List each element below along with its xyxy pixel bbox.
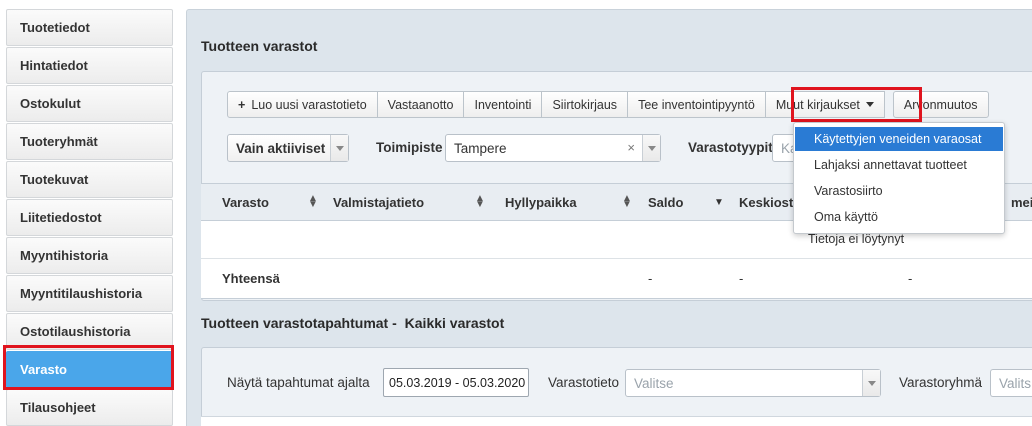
sort-icon[interactable]: ▲ ▼ [622, 194, 632, 210]
stock-group-label: Varastoryhmä [899, 375, 983, 390]
new-stock-label: Luo uusi varastotieto [251, 97, 367, 112]
other-entries-button[interactable]: Muut kirjaukset [764, 91, 885, 118]
new-stock-button[interactable]: + Luo uusi varastotieto [227, 91, 378, 118]
stock-info-select[interactable]: Valitse [625, 369, 881, 397]
sort-icon[interactable]: ▲ ▼ [308, 194, 318, 210]
sidebar-item-myyntihistoria[interactable]: Myyntihistoria [6, 237, 173, 274]
receive-button[interactable]: Vastaanotto [376, 91, 465, 118]
sidebar-item-ostokulut[interactable]: Ostokulut [6, 85, 173, 122]
stock-info-placeholder: Valitse [634, 375, 674, 391]
types-label: Varastotyypit [688, 140, 773, 155]
sidebar-item-liitetiedostot[interactable]: Liitetiedostot [6, 199, 173, 236]
sort-icon[interactable]: ▲ ▼ [475, 194, 485, 210]
dropdown-item-own-use[interactable]: Oma käyttö [795, 205, 1003, 229]
inventory-button[interactable]: Inventointi [463, 91, 543, 118]
stock-group-placeholder: Valits [999, 375, 1032, 391]
transactions-table-top [201, 416, 1032, 426]
sidebar-item-tuoteryhmat[interactable]: Tuoteryhmät [6, 123, 173, 160]
transactions-title-scope: Kaikki varastot [404, 315, 505, 331]
stock-title: Tuotteen varastot [201, 38, 318, 54]
inventory-request-button[interactable]: Tee inventointipyyntö [627, 91, 766, 118]
chevron-down-icon [330, 135, 348, 161]
office-value: Tampere [454, 140, 507, 156]
period-label: Näytä tapahtumat ajalta [227, 375, 370, 390]
sidebar-item-tilausohjeet[interactable]: Tilausohjeet [6, 389, 173, 426]
caret-down-icon [865, 102, 874, 107]
value-change-button[interactable]: Arvonmuutos [892, 91, 989, 118]
office-label: Toimipiste [376, 140, 443, 155]
sidebar: Tuotetiedot Hintatiedot Ostokulut Tuoter… [6, 9, 173, 426]
col-varasto[interactable]: Varasto [222, 195, 269, 210]
clear-icon[interactable]: × [627, 140, 635, 155]
transactions-title-main: Tuotteen varastotapahtumat - [201, 315, 397, 331]
active-filter-select[interactable]: Vain aktiiviset [227, 134, 349, 162]
chevron-down-icon [642, 135, 660, 161]
total-other: - [908, 271, 913, 286]
transactions-title: Tuotteen varastotapahtumat - Kaikki vara… [201, 315, 504, 331]
sidebar-item-ostotilaushistoria[interactable]: Ostotilaushistoria [6, 313, 173, 350]
total-keskiost: - [739, 271, 744, 286]
stock-info-label: Varastotieto [548, 375, 620, 390]
col-valmistajatieto[interactable]: Valmistajatieto [333, 195, 424, 210]
col-hyllypaikka[interactable]: Hyllypaikka [505, 195, 577, 210]
dropdown-item-stock-transfer[interactable]: Varastosiirto [795, 179, 1003, 203]
sidebar-item-varasto[interactable]: Varasto [6, 351, 173, 388]
col-keskiost[interactable]: Keskiost [739, 195, 793, 210]
active-filter-value: Vain aktiiviset [236, 140, 326, 156]
col-saldo[interactable]: Saldo [648, 195, 683, 210]
sidebar-item-tuotekuvat[interactable]: Tuotekuvat [6, 161, 173, 198]
stock-toolbar: + Luo uusi varastotieto Vastaanotto Inve… [227, 91, 989, 118]
total-label: Yhteensä [222, 271, 280, 286]
total-saldo: - [648, 271, 653, 286]
other-entries-dropdown: Käytettyjen veneiden varaosat Lahjaksi a… [793, 122, 1005, 234]
empty-text: Tietoja ei löytynyt [808, 232, 905, 246]
stock-group-select[interactable]: Valits [990, 369, 1032, 397]
col-partial[interactable]: meir [1011, 195, 1032, 210]
sidebar-item-tuotetiedot[interactable]: Tuotetiedot [6, 9, 173, 46]
other-entries-label: Muut kirjaukset [775, 97, 860, 112]
sidebar-item-myyntitilaushistoria[interactable]: Myyntitilaushistoria [6, 275, 173, 312]
plus-icon: + [238, 97, 246, 112]
chevron-down-icon [862, 370, 880, 396]
dropdown-item-used-boat-parts[interactable]: Käytettyjen veneiden varaosat [795, 127, 1003, 151]
stock-table-footer: Yhteensä - - - [201, 259, 1032, 299]
office-select[interactable]: Tampere × [445, 134, 661, 162]
dropdown-item-gift-products[interactable]: Lahjaksi annettavat tuotteet [795, 153, 1003, 177]
transfer-button[interactable]: Siirtokirjaus [541, 91, 629, 118]
period-input[interactable]: 05.03.2019 - 05.03.2020 [383, 368, 529, 397]
sort-desc-icon[interactable]: ▼ [714, 197, 724, 208]
sidebar-item-hintatiedot[interactable]: Hintatiedot [6, 47, 173, 84]
